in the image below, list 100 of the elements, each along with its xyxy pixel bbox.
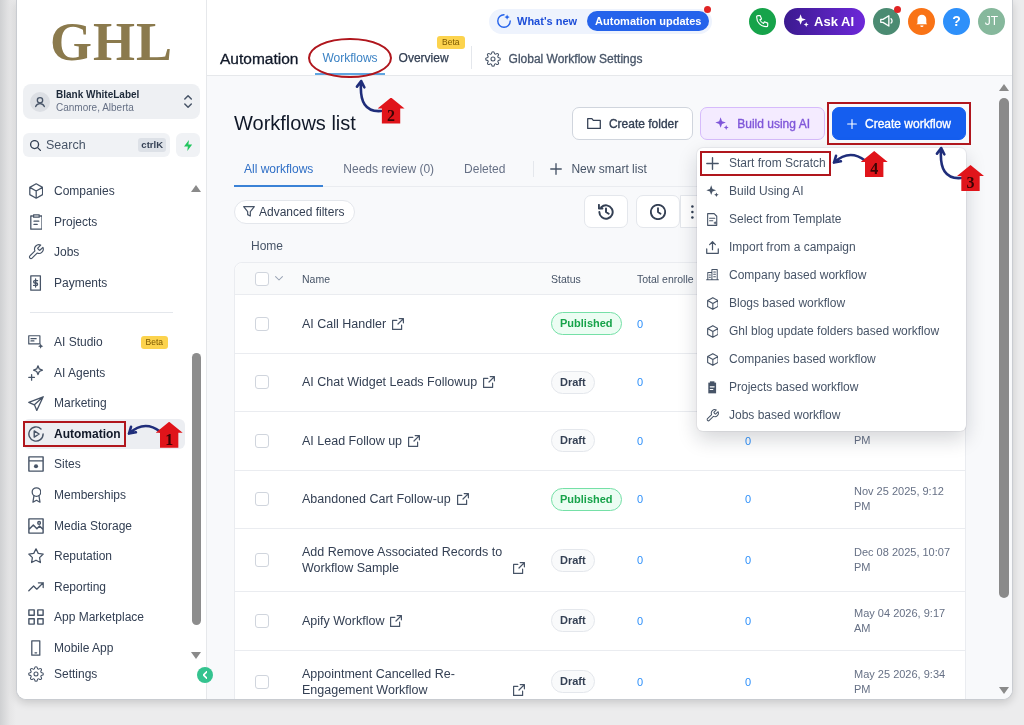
sparkles-icon: [706, 184, 719, 198]
chevron-down-icon[interactable]: [275, 276, 283, 281]
menu-item[interactable]: Build Using AI: [697, 177, 812, 205]
count-value: 0: [637, 317, 644, 330]
external-link-icon[interactable]: [513, 562, 525, 574]
nav-item[interactable]: Payments: [23, 267, 185, 299]
nav-item[interactable]: App Marketplace: [23, 602, 185, 633]
menu-item[interactable]: Projects based workflow: [697, 373, 867, 401]
plus-icon: [706, 156, 719, 170]
tab[interactable]: Deleted: [454, 152, 516, 187]
scrollbar[interactable]: [996, 76, 1012, 699]
sparkle-circle-icon: [497, 14, 511, 28]
menu-item[interactable]: Select from Template: [697, 205, 850, 233]
tab[interactable]: All workflows: [234, 152, 324, 187]
clipboard-icon: [707, 380, 718, 394]
nav-item[interactable]: Reputation: [23, 540, 185, 572]
external-link-icon[interactable]: [513, 683, 525, 696]
cube-icon: [706, 296, 719, 310]
search-icon: [30, 139, 41, 151]
nav-item[interactable]: Sites: [23, 449, 185, 480]
announcements-button[interactable]: [873, 7, 900, 35]
menu-item[interactable]: Jobs based workflow: [697, 401, 849, 429]
status-badge: Draft: [551, 609, 595, 633]
create-folder-button[interactable]: Create folder: [571, 107, 694, 140]
workflow-name[interactable]: Apify Workflow: [302, 612, 385, 629]
more-icon: [691, 204, 695, 219]
create-workflow-button[interactable]: Create workflow: [831, 107, 966, 140]
settings-link[interactable]: Global Workflow Settings: [484, 42, 643, 75]
account-switcher[interactable]: Blank WhiteLabel Canmore, Alberta: [23, 84, 200, 119]
nav-item[interactable]: AI Agents: [23, 357, 185, 388]
chevron-up-down-icon: [183, 95, 192, 108]
menu-item[interactable]: Companies based workflow: [697, 345, 884, 373]
nav-item[interactable]: Jobs: [23, 237, 185, 268]
curved-arrow: [934, 146, 963, 181]
workflow-name[interactable]: Abandoned Cart Follow-up: [302, 491, 451, 508]
logo: GHL: [50, 15, 173, 69]
build-with-ai-button[interactable]: Build using AI: [700, 107, 825, 140]
checkbox[interactable]: [255, 375, 269, 390]
checkbox[interactable]: [255, 492, 269, 507]
checkbox[interactable]: [255, 674, 269, 689]
menu-item[interactable]: Ghl blog update folders based workflow: [697, 317, 948, 345]
checkbox[interactable]: [255, 553, 269, 567]
updates-button[interactable]: Automation updates: [587, 11, 710, 31]
workflow-name[interactable]: Add Remove Associated Records to Workflow Sample: [302, 544, 507, 576]
nav-item[interactable]: Marketing: [23, 387, 185, 419]
notifications-button[interactable]: [908, 7, 935, 35]
checkbox[interactable]: [255, 316, 269, 331]
menu-item[interactable]: Company based workflow: [697, 261, 875, 289]
nav-item[interactable]: Companies: [23, 176, 185, 207]
shortcut-hint: ctrlK: [138, 138, 166, 152]
status-badge: Draft: [551, 370, 595, 394]
status-badge: Draft: [551, 670, 595, 693]
checkbox[interactable]: [255, 613, 269, 628]
external-link-icon[interactable]: [408, 434, 421, 447]
count-value: 0: [637, 376, 644, 389]
workflow-name[interactable]: Appointment Cancelled Re-Engagement Workflow: [302, 665, 507, 698]
history-button[interactable]: [584, 195, 629, 228]
star-icon: [28, 548, 44, 564]
nav-item[interactable]: Reporting: [23, 571, 185, 603]
external-link-icon[interactable]: [456, 493, 469, 506]
advanced-filters-button[interactable]: Advanced filters: [234, 199, 356, 224]
cube-icon: [706, 324, 719, 338]
call-button[interactable]: [749, 7, 776, 35]
checkbox[interactable]: [255, 271, 269, 286]
quick-action-button[interactable]: [176, 133, 200, 157]
nav-item[interactable]: Projects: [23, 206, 185, 238]
ask-ai-button[interactable]: Ask AI: [784, 7, 865, 35]
nav-item[interactable]: Media Storage: [23, 510, 185, 541]
plus-icon: [550, 163, 563, 175]
workflow-name[interactable]: AI Chat Widget Leads Followup: [302, 374, 478, 391]
grid-icon: [28, 609, 44, 626]
status-badge: Draft: [551, 548, 595, 572]
settings-icon: [28, 666, 44, 682]
wrench-icon: [706, 408, 719, 422]
workflow-name[interactable]: AI Call Handler: [302, 315, 387, 332]
date-value: May 04 2026, 9:17 AM: [854, 605, 947, 636]
menu-item[interactable]: Import from a campaign: [697, 233, 864, 261]
award-icon: [30, 487, 42, 503]
clock-arrow-icon: [598, 203, 615, 220]
whats-new-link[interactable]: What's new: [517, 15, 578, 27]
tab[interactable]: Needs review (0): [333, 152, 445, 187]
external-link-icon[interactable]: [390, 614, 403, 627]
page-title: Workflows list: [234, 112, 356, 135]
menu-item[interactable]: Blogs based workflow: [697, 289, 854, 317]
collapse-button[interactable]: [197, 667, 213, 683]
nav-item[interactable]: AI Studio Beta: [23, 326, 185, 358]
breadcrumb[interactable]: Home: [251, 238, 283, 254]
nav-item[interactable]: Memberships: [23, 479, 185, 511]
nav-item[interactable]: Mobile App: [23, 632, 185, 664]
checkbox[interactable]: [255, 433, 269, 448]
external-link-icon[interactable]: [483, 376, 496, 389]
date-value: Nov 25 2025, 9:12 PM: [854, 484, 945, 515]
upload-icon: [706, 240, 719, 254]
workflow-name[interactable]: AI Lead Follow up: [302, 432, 403, 449]
count-value: 0: [637, 493, 644, 506]
new-smart-list-button[interactable]: New smart list: [550, 152, 647, 186]
clock-button[interactable]: [636, 195, 681, 228]
nav-item[interactable]: Settings: [23, 663, 185, 685]
menu-item[interactable]: Start from Scratch: [697, 149, 834, 177]
external-link-icon[interactable]: [392, 317, 405, 330]
